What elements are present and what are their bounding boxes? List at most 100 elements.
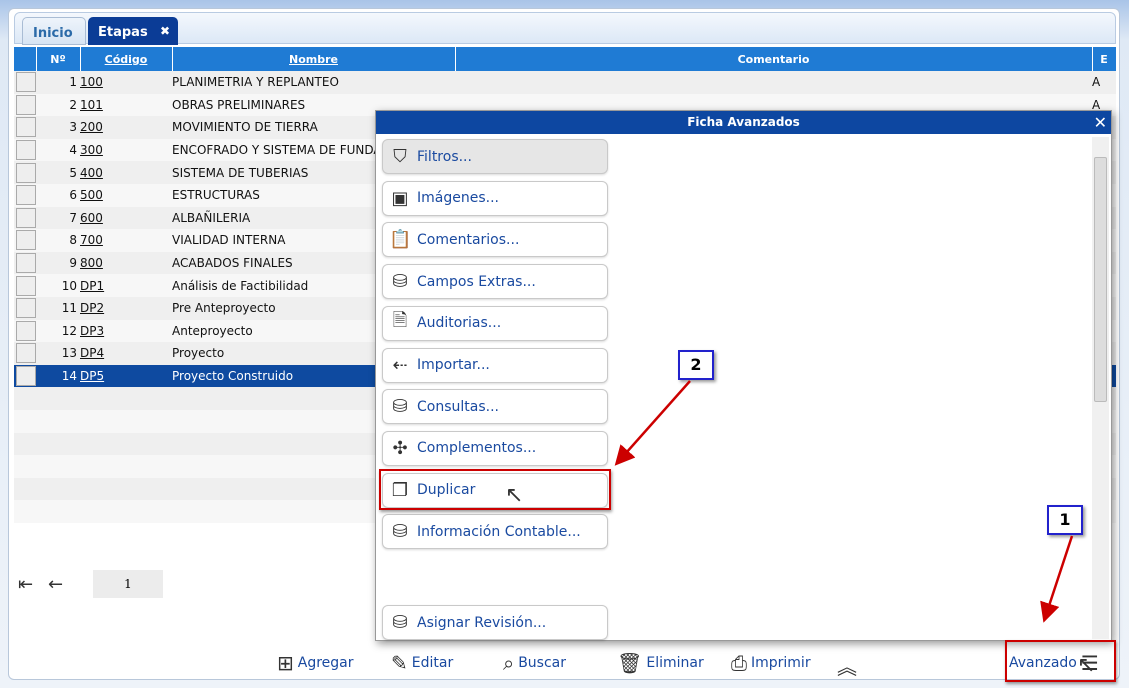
search-button[interactable]: ⌕ Buscar [503, 651, 566, 675]
advanced-item-auditorias[interactable]: 🗎 Auditorias... [382, 305, 608, 341]
row-checkbox[interactable] [14, 161, 36, 184]
row-checkbox[interactable] [14, 116, 36, 139]
audit-icon: 🗎 [392, 310, 408, 332]
tab-etapas[interactable]: Etapas ✖ [88, 17, 178, 45]
advanced-item-complementos[interactable]: ✣ Complementos... [382, 430, 608, 466]
first-page-icon[interactable]: ⇤ [18, 574, 33, 595]
row-checkbox[interactable] [14, 71, 36, 94]
row-checkbox[interactable] [14, 229, 36, 252]
advanced-item-importar[interactable]: ⇠ Importar... [382, 347, 608, 383]
row-code[interactable]: DP5 [80, 364, 172, 388]
add-button[interactable]: ⊞ Agregar [277, 651, 354, 675]
step-1-label: 1 [1047, 505, 1083, 535]
row-code[interactable]: DP1 [80, 274, 172, 297]
row-number: 8 [36, 229, 80, 252]
row-checkbox[interactable] [14, 183, 36, 207]
database-icon: ⛁ [392, 521, 408, 543]
advanced-item-campos-extras[interactable]: ⛁ Campos Extras... [382, 264, 608, 300]
code-link[interactable]: 800 [80, 256, 103, 270]
code-link[interactable]: 700 [80, 233, 103, 247]
code-link[interactable]: 200 [80, 120, 103, 134]
row-code[interactable]: 700 [80, 229, 172, 252]
row-checkbox[interactable] [14, 342, 36, 365]
row-code[interactable]: 800 [80, 251, 172, 275]
code-link[interactable]: DP3 [80, 324, 104, 338]
step-2-label: 2 [678, 350, 714, 380]
prev-page-icon[interactable]: ← [48, 574, 63, 595]
row-number: 11 [36, 296, 80, 320]
row-code[interactable]: DP2 [80, 296, 172, 320]
code-link[interactable]: 100 [80, 75, 103, 89]
row-checkbox[interactable] [14, 296, 36, 320]
row-checkbox[interactable] [14, 274, 36, 297]
advanced-item-comentarios[interactable]: 📋 Comentarios... [382, 222, 608, 258]
code-link[interactable]: DP4 [80, 346, 104, 360]
collapse-button[interactable]: ︽ [837, 651, 857, 680]
row-number: 5 [36, 161, 80, 184]
item-label: Importar... [417, 357, 490, 373]
row-code[interactable]: 200 [80, 116, 172, 139]
row-checkbox[interactable] [14, 319, 36, 343]
close-tab-icon[interactable]: ✖ [160, 24, 170, 38]
row-code[interactable]: 101 [80, 93, 172, 117]
edit-icon: ✎ [391, 651, 408, 675]
advanced-item-consultas[interactable]: ⛁ Consultas... [382, 389, 608, 425]
code-link[interactable]: 300 [80, 143, 103, 157]
tab-label: Inicio [33, 26, 73, 41]
row-checkbox[interactable] [14, 251, 36, 275]
row-checkbox[interactable] [14, 206, 36, 230]
scrollbar[interactable] [1092, 137, 1109, 639]
advanced-item-asignar-revisión[interactable]: ⛁ Asignar Revisión... [382, 605, 608, 640]
row-code[interactable]: 400 [80, 161, 172, 184]
avanzado-highlight [1005, 640, 1116, 682]
row-checkbox[interactable] [14, 364, 36, 388]
item-label: Auditorias... [417, 315, 502, 332]
database-icon: ⛁ [392, 271, 408, 293]
item-label: Consultas... [417, 398, 499, 415]
code-link[interactable]: DP2 [80, 301, 104, 315]
row-code[interactable]: DP3 [80, 319, 172, 343]
edit-button[interactable]: ✎ Editar [391, 651, 453, 675]
row-checkbox[interactable] [14, 138, 36, 162]
advanced-item-información-contable[interactable]: ⛁ Información Contable... [382, 514, 608, 550]
page-number[interactable]: 1 [93, 570, 163, 598]
advanced-item-imágenes[interactable]: ▣ Imágenes... [382, 180, 608, 216]
row-name: PLANIMETRIA Y REPLANTEO [172, 71, 455, 94]
row-code[interactable]: 300 [80, 138, 172, 162]
import-icon: ⇠ [392, 354, 408, 376]
printer-icon: ⎙ [731, 651, 747, 675]
code-link[interactable]: 400 [80, 166, 103, 180]
print-button[interactable]: ⎙ Imprimir [731, 651, 811, 675]
double-chevron-up-icon: ︽ [837, 655, 857, 679]
header-nombre[interactable]: Nombre [172, 47, 456, 71]
tab-inicio[interactable]: Inicio [22, 17, 86, 45]
tab-label: Etapas [98, 25, 148, 40]
code-link[interactable]: DP5 [80, 369, 104, 383]
code-link[interactable]: DP1 [80, 279, 104, 293]
bottom-toolbar: ⊞ Agregar ✎ Editar ⌕ Buscar 🗑 Eliminar ⎙ Impr… [9, 645, 1121, 679]
header-codigo[interactable]: Código [80, 47, 173, 71]
row-code[interactable]: 100 [80, 71, 172, 94]
delete-button[interactable]: 🗑 Eliminar [617, 651, 704, 675]
row-code[interactable]: 600 [80, 206, 172, 230]
dialog-title: Ficha Avanzados [687, 115, 800, 129]
advanced-item-filtros[interactable]: ⛉ Filtros... [382, 139, 608, 174]
row-comment [455, 71, 1092, 94]
code-link[interactable]: 500 [80, 188, 103, 202]
table-row[interactable]: 1 100 PLANIMETRIA Y REPLANTEO A [14, 71, 1116, 94]
tab-bar: Inicio Etapas ✖ [14, 12, 1116, 45]
row-code[interactable]: 500 [80, 183, 172, 207]
code-link[interactable]: 600 [80, 211, 103, 225]
search-icon: ⌕ [503, 651, 515, 675]
add-icon: ⊞ [277, 651, 294, 675]
row-code[interactable]: DP4 [80, 342, 172, 365]
code-link[interactable]: 101 [80, 98, 103, 112]
close-icon[interactable]: ✕ [1094, 111, 1107, 134]
select-column-header [14, 47, 37, 71]
item-label: Comentarios... [417, 231, 520, 248]
row-checkbox[interactable] [14, 93, 36, 117]
item-label: Imágenes... [417, 190, 499, 207]
scrollbar-thumb[interactable] [1094, 157, 1107, 402]
row-number: 6 [36, 183, 80, 207]
header-comentario: Comentario [455, 47, 1093, 71]
